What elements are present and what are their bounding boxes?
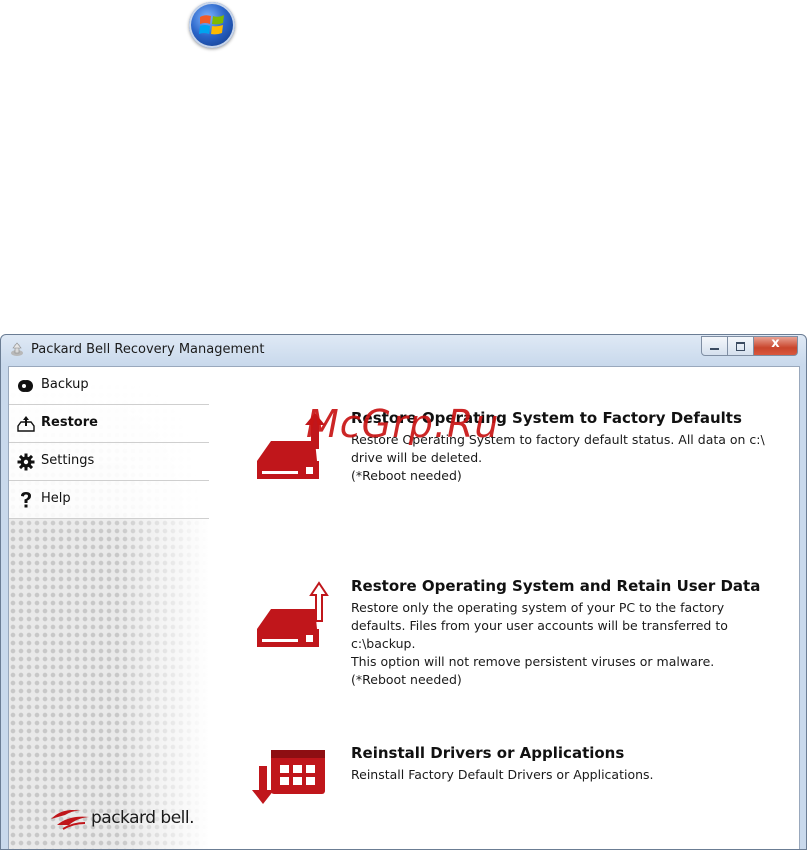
windows-start-orb-icon[interactable] bbox=[189, 2, 235, 48]
window-controls: x bbox=[701, 336, 798, 356]
sidebar-item-backup[interactable]: Backup bbox=[9, 367, 209, 405]
client-area: Backup Restore Settings Help packard bel… bbox=[8, 366, 800, 849]
gear-icon bbox=[17, 453, 35, 471]
question-mark-icon bbox=[21, 492, 31, 508]
reinstall-apps-icon bbox=[252, 750, 325, 804]
option-description: Restore only the operating system of you… bbox=[351, 599, 728, 689]
sidebar-item-restore[interactable]: Restore bbox=[9, 405, 209, 443]
sidebar-item-help[interactable]: Help bbox=[9, 481, 209, 519]
option-title: Restore Operating System to Factory Defa… bbox=[351, 409, 742, 427]
hard-drive-restore-icon bbox=[257, 413, 325, 479]
maximize-button[interactable] bbox=[728, 336, 754, 356]
title-bar[interactable]: Packard Bell Recovery Management x bbox=[1, 335, 806, 365]
hard-drive-retain-data-icon bbox=[257, 581, 329, 647]
logo-text: packard bell. bbox=[91, 808, 195, 828]
option-title: Restore Operating System and Retain User… bbox=[351, 577, 761, 595]
sidebar-item-label: Settings bbox=[41, 453, 95, 468]
packard-bell-logo: packard bell. bbox=[49, 805, 209, 835]
description-line: drive will be deleted. bbox=[351, 450, 483, 465]
description-line: (*Reboot needed) bbox=[351, 672, 462, 687]
description-line: Restore Operating System to factory defa… bbox=[351, 432, 765, 447]
sidebar-item-label: Restore bbox=[41, 415, 98, 430]
app-icon bbox=[11, 342, 23, 356]
close-button[interactable]: x bbox=[754, 336, 798, 356]
restore-upload-icon bbox=[17, 416, 35, 432]
description-line: Restore only the operating system of you… bbox=[351, 600, 725, 615]
option-description: Restore Operating System to factory defa… bbox=[351, 431, 765, 485]
packard-bell-logo-icon bbox=[51, 810, 89, 830]
disc-icon bbox=[18, 380, 33, 392]
description-line: (*Reboot needed) bbox=[351, 468, 462, 483]
minimize-button[interactable] bbox=[701, 336, 728, 356]
option-title: Reinstall Drivers or Applications bbox=[351, 744, 625, 762]
description-line: Reinstall Factory Default Drivers or App… bbox=[351, 767, 654, 782]
app-window: Packard Bell Recovery Management x Backu… bbox=[0, 334, 807, 850]
description-line: defaults. Files from your user accounts … bbox=[351, 618, 728, 633]
window-title: Packard Bell Recovery Management bbox=[31, 342, 265, 357]
close-icon: x bbox=[771, 336, 780, 351]
option-description: Reinstall Factory Default Drivers or App… bbox=[351, 766, 654, 784]
description-line: This option will not remove persistent v… bbox=[351, 654, 715, 669]
sidebar-item-label: Backup bbox=[41, 377, 89, 392]
windows-logo-icon bbox=[199, 15, 224, 35]
description-line: c:\backup. bbox=[351, 636, 416, 651]
sidebar-item-settings[interactable]: Settings bbox=[9, 443, 209, 481]
sidebar: Backup Restore Settings Help packard bel… bbox=[9, 367, 209, 849]
sidebar-item-label: Help bbox=[41, 491, 71, 506]
